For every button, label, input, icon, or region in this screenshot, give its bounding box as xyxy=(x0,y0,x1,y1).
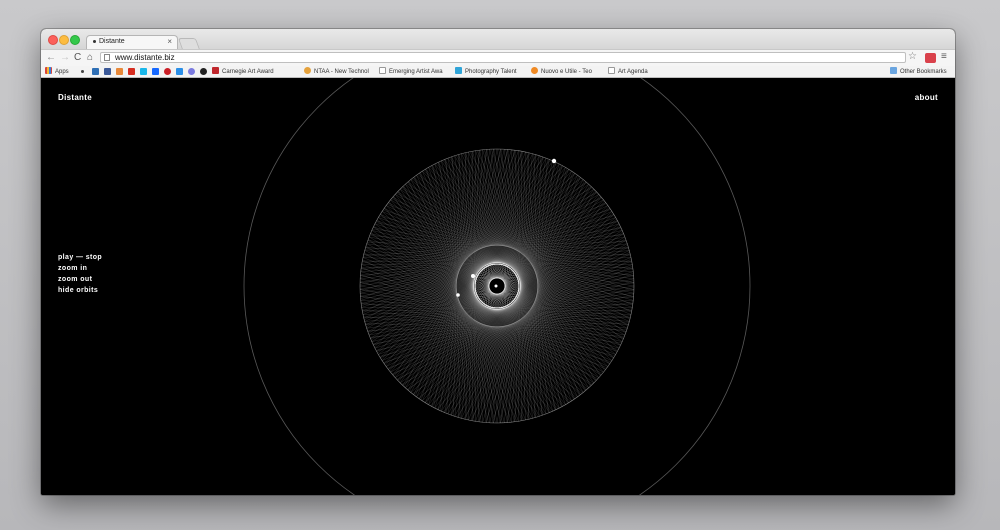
planet-dot xyxy=(494,284,498,288)
tab-close-icon[interactable]: × xyxy=(167,37,172,46)
bookmark-favicon-icon xyxy=(455,67,462,74)
browser-toolbar: ← → C ⌂ www.distante.biz ☆ ≡ xyxy=(41,49,955,66)
behance-icon[interactable] xyxy=(152,68,159,75)
other-bookmarks[interactable]: Other Bookmarks xyxy=(890,67,947,77)
planet-dot xyxy=(471,274,475,278)
bookmark-label: NTAA - New Technol xyxy=(314,69,369,75)
url-text: www.distante.biz xyxy=(115,53,175,62)
blogger-icon[interactable] xyxy=(116,68,123,75)
page-icon xyxy=(379,67,386,74)
bookmark-item[interactable]: Carnegie Art Award xyxy=(212,67,274,77)
bookmark-label: Art Agenda xyxy=(618,69,648,75)
bookmark-apps-label: Apps xyxy=(55,69,69,75)
bookmark-label: Carnegie Art Award xyxy=(222,69,274,75)
bookmark-folder-dot-icon[interactable] xyxy=(81,70,84,73)
bookmark-item[interactable]: NTAA - New Technol xyxy=(304,67,369,77)
page-icon xyxy=(608,67,615,74)
bookmark-circle-icon[interactable] xyxy=(200,68,207,75)
back-button[interactable]: ← xyxy=(46,52,56,63)
browser-window: Distante × ← → C ⌂ www.distante.biz ☆ ≡ … xyxy=(41,29,955,495)
facebook-icon[interactable] xyxy=(104,68,111,75)
bookmark-item[interactable]: Photography Talent xyxy=(455,67,517,77)
bookmark-label: Nuovo e Utile - Teo xyxy=(541,69,592,75)
maximize-window-button[interactable] xyxy=(70,35,80,45)
close-window-button[interactable] xyxy=(48,35,58,45)
extension-icon[interactable] xyxy=(925,53,936,63)
tab-favicon-icon xyxy=(93,39,96,43)
bookmark-apps[interactable]: Apps xyxy=(45,67,69,77)
page-icon xyxy=(104,54,110,61)
bookmark-item[interactable]: Emerging Artist Awa xyxy=(379,67,443,77)
pinterest-icon[interactable] xyxy=(164,68,171,75)
bookmark-favicon-icon xyxy=(212,67,219,74)
planet-dot xyxy=(456,293,460,297)
dropbox-icon[interactable] xyxy=(176,68,183,75)
forward-button[interactable]: → xyxy=(60,52,70,63)
tab-title: Distante xyxy=(99,38,125,45)
address-bar[interactable]: www.distante.biz xyxy=(100,52,906,63)
bookmark-favicon-icon xyxy=(531,67,538,74)
bookmark-label: Emerging Artist Awa xyxy=(389,69,443,75)
bookmark-label: Photography Talent xyxy=(465,69,517,75)
planet-dot xyxy=(551,158,557,164)
orbit-visualization[interactable] xyxy=(41,78,955,495)
vimeo-icon[interactable] xyxy=(140,68,147,75)
apps-grid-icon xyxy=(45,67,52,74)
page-content: Distante about play — stop zoom in zoom … xyxy=(41,78,955,495)
bookmark-item[interactable]: Art Agenda xyxy=(608,67,648,77)
zoom-out-button[interactable]: zoom out xyxy=(58,274,102,285)
bookmark-favicon-icon xyxy=(304,67,311,74)
controls-menu: play — stop zoom in zoom out hide orbits xyxy=(58,252,102,296)
bookmark-globe-icon[interactable] xyxy=(188,68,195,75)
reload-button[interactable]: C xyxy=(74,52,81,63)
play-stop-button[interactable]: play — stop xyxy=(58,252,102,263)
linkedin-icon[interactable] xyxy=(92,68,99,75)
menu-icon[interactable]: ≡ xyxy=(941,51,947,62)
hide-orbits-button[interactable]: hide orbits xyxy=(58,285,102,296)
bookmark-star-icon[interactable]: ☆ xyxy=(908,51,917,62)
string-art-lines xyxy=(359,148,635,424)
zoom-in-button[interactable]: zoom in xyxy=(58,263,102,274)
bookmarks-bar: Apps Carnegie Art Award NTAA - New Techn… xyxy=(41,66,955,78)
minimize-window-button[interactable] xyxy=(59,35,69,45)
tab-distante[interactable]: Distante × xyxy=(86,35,178,49)
bookmark-item[interactable]: Nuovo e Utile - Teo xyxy=(531,67,592,77)
about-link[interactable]: about xyxy=(915,93,938,102)
other-bookmarks-label: Other Bookmarks xyxy=(900,69,947,75)
home-button[interactable]: ⌂ xyxy=(87,52,93,63)
title-bar: Distante × xyxy=(41,29,955,50)
folder-icon xyxy=(890,67,897,74)
site-title[interactable]: Distante xyxy=(58,93,92,102)
youtube-icon[interactable] xyxy=(128,68,135,75)
